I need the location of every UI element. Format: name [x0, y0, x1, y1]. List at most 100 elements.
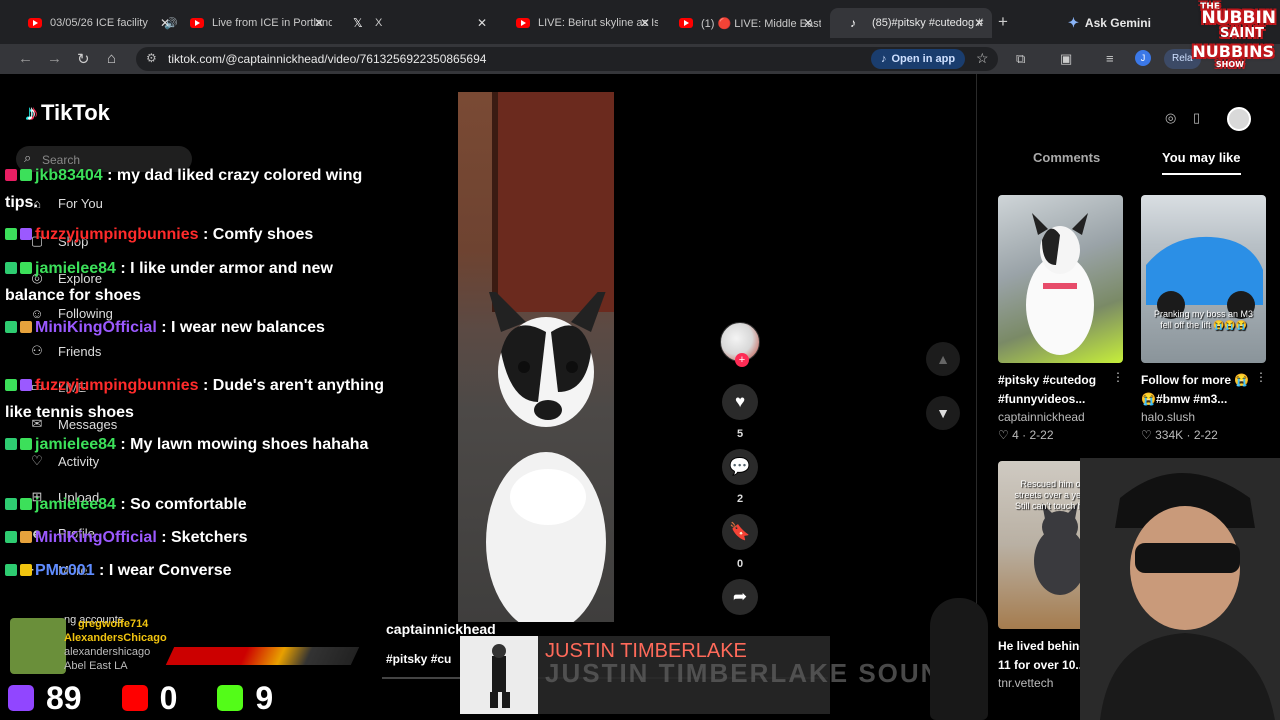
check-badge-icon: [5, 379, 17, 391]
chat-message: jamielee84 : I like under armor and new …: [5, 260, 333, 304]
more-options-icon[interactable]: ⋮: [1112, 370, 1124, 384]
back-icon[interactable]: ←: [18, 50, 33, 67]
close-tab-icon[interactable]: ✕: [477, 16, 487, 30]
leaf-badge-icon: [5, 531, 17, 543]
check-badge-icon: [5, 228, 17, 240]
recommendation-thumbnail[interactable]: [998, 195, 1123, 363]
like-count: 5: [736, 428, 744, 440]
reload-icon[interactable]: ↻: [77, 50, 90, 68]
emote-badge-icon: [20, 531, 32, 543]
site-info-icon[interactable]: ⚙: [146, 51, 157, 65]
heart-icon: ♡: [998, 428, 1009, 442]
tab-ice-facility[interactable]: 03/05/26 ICE facility 🔊 ✕: [8, 8, 178, 38]
youtube-icon: [28, 18, 42, 28]
recommendation-author[interactable]: captainnickhead: [998, 410, 1085, 424]
webcam-feed: [1080, 458, 1280, 720]
album-art: [460, 636, 538, 714]
tiktok-logo[interactable]: ♪ TikTok: [26, 100, 110, 126]
twitch-icon: [8, 685, 34, 711]
alert-progress-bar: [165, 647, 360, 665]
dog-in-car-image: [1026, 213, 1094, 355]
bookmark-star-icon[interactable]: ☆: [976, 50, 989, 67]
tiktok-icon: ♪: [850, 16, 856, 30]
microphone-image: [930, 598, 988, 720]
chat-message: fuzzyjumpingbunnies : Comfy shoes: [5, 221, 395, 248]
media-controls-icon[interactable]: ≡: [1106, 51, 1114, 66]
leaf-badge-icon: [5, 564, 17, 576]
browser-tab-bar: 03/05/26 ICE facility 🔊 ✕ Live from ICE …: [0, 0, 1280, 44]
show-logo: THE NUBBIN SAINT NUBBINS SHOW: [1192, 2, 1276, 69]
ask-gemini-button[interactable]: ✦ Ask Gemini: [1068, 12, 1151, 34]
video-author[interactable]: captainnickhead: [386, 621, 496, 637]
new-tab-icon[interactable]: +: [998, 12, 1008, 32]
compass-icon[interactable]: ◎: [1165, 110, 1176, 126]
close-tab-icon[interactable]: ✕: [974, 16, 984, 30]
recommendation-title[interactable]: #pitsky #cutedog #funnyvideos...: [998, 371, 1118, 409]
tab-beirut[interactable]: LIVE: Beirut skyline as Is ✕: [496, 8, 658, 38]
viewer-counts: 89 0 9: [8, 680, 313, 716]
address-bar-row: ← → ↻ ⌂ ⚙ tiktok.com/@captainnickhead/vi…: [0, 44, 1280, 74]
tiktok-icon: ♪: [881, 53, 887, 65]
like-button[interactable]: ♥: [722, 384, 758, 420]
emote-badge-icon: [20, 321, 32, 333]
nav-friends[interactable]: ⚇ Friends: [28, 343, 101, 359]
chat-message: PMc001 : I wear Converse: [5, 557, 395, 584]
close-tab-icon[interactable]: ✕: [803, 16, 813, 30]
tiktok-note-icon: ♪: [26, 100, 37, 125]
extensions-icon[interactable]: ⧉: [1016, 51, 1025, 67]
youtube-icon: [190, 18, 204, 28]
blue-bmw-image: [1146, 236, 1263, 319]
leaf-badge-icon: [5, 321, 17, 333]
chat-message: fuzzyjumpingbunnies : Dude's aren't anyt…: [5, 377, 384, 421]
share-button[interactable]: ➦: [722, 579, 758, 615]
now-playing-artist: JUSTIN TIMBERLAKE: [545, 640, 747, 662]
youtube-icon: [121, 685, 148, 711]
thumbnail-overlay-text: Pranking my boss an M3 fell off the lift…: [1153, 309, 1254, 330]
close-tab-icon[interactable]: ✕: [314, 16, 324, 30]
save-count: 0: [736, 558, 744, 570]
forward-icon[interactable]: →: [47, 50, 62, 67]
now-playing-widget: JUSTIN TIMBERLAKE SOUNDS JUSTIN TIMBERLA…: [460, 636, 980, 714]
close-tab-icon[interactable]: ✕: [640, 16, 650, 30]
recommendation-thumbnail[interactable]: Pranking my boss an M3 fell off the lift…: [1141, 195, 1266, 363]
phone-icon[interactable]: ▯: [1193, 110, 1200, 126]
next-video-button[interactable]: ▼: [926, 396, 960, 430]
tab-middle-east[interactable]: (1) 🔴 LIVE: Middle East ✕: [659, 8, 821, 38]
tab-you-may-like[interactable]: You may like: [1162, 150, 1241, 175]
comment-button[interactable]: 💬: [722, 449, 758, 485]
previous-video-button[interactable]: ▲: [926, 342, 960, 376]
tab-x[interactable]: 𝕏 X ✕: [333, 8, 495, 38]
video-tags[interactable]: #pitsky #cu: [386, 652, 451, 666]
open-in-app-button[interactable]: ♪ Open in app: [871, 49, 966, 69]
follow-plus-icon[interactable]: +: [735, 353, 749, 367]
user-avatar[interactable]: [1227, 107, 1251, 131]
creator-avatar[interactable]: +: [720, 322, 760, 367]
leaf-badge-icon: [5, 262, 17, 274]
profile-avatar[interactable]: J: [1135, 50, 1151, 66]
heart-badge-icon: [5, 169, 17, 181]
close-tab-icon[interactable]: ✕: [160, 16, 170, 30]
save-button[interactable]: 🔖: [722, 514, 758, 550]
door-scene: [492, 92, 614, 312]
tab-ice-portland[interactable]: Live from ICE in Portland ✕: [170, 8, 332, 38]
sub-badge-icon: [20, 498, 32, 510]
url-field[interactable]: ⚙ tiktok.com/@captainnickhead/video/7613…: [136, 47, 998, 71]
gemini-sparkle-icon: ✦: [1068, 15, 1079, 30]
video-player[interactable]: [458, 92, 614, 622]
recommendation-stats: ♡ 334K · 2-22: [1141, 428, 1218, 442]
chat-message: jamielee84 : So comfortable: [5, 491, 395, 518]
sub-badge-icon: [20, 228, 32, 240]
screenshot-icon[interactable]: ▣: [1060, 51, 1072, 67]
tab-tiktok[interactable]: ♪ (85)#pitsky #cutedog # ✕: [830, 8, 992, 38]
recommendation-title[interactable]: Follow for more 😭😭#bmw #m3...: [1141, 371, 1261, 409]
home-icon[interactable]: ⌂: [107, 50, 116, 67]
screen: 03/05/26 ICE facility 🔊 ✕ Live from ICE …: [0, 0, 1280, 720]
x-logo-icon: 𝕏: [353, 16, 363, 30]
recommendation-author[interactable]: halo.slush: [1141, 410, 1195, 424]
chat-message: jkb83404 : my dad liked crazy colored wi…: [5, 167, 363, 211]
recommendation-author[interactable]: tnr.vettech: [998, 676, 1053, 690]
tab-comments[interactable]: Comments: [1033, 150, 1100, 165]
more-options-icon[interactable]: ⋮: [1255, 370, 1267, 384]
youtube-icon: [679, 18, 693, 28]
leaf-badge-icon: [5, 438, 17, 450]
